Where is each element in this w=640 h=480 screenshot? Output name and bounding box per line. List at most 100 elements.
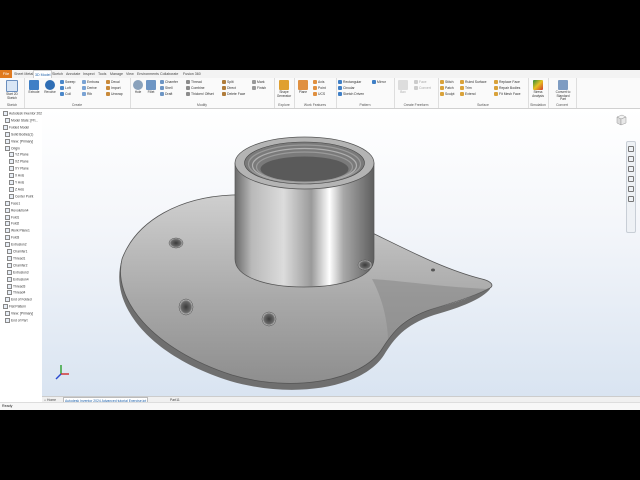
shape-generator-button[interactable]: Shape Generator xyxy=(276,80,292,98)
tab-view[interactable]: View xyxy=(126,70,134,78)
axis-button[interactable]: Axis xyxy=(313,80,324,85)
tab-tools[interactable]: Tools xyxy=(98,70,106,78)
sculpt-button[interactable]: Sculpt xyxy=(440,92,454,97)
pan-icon[interactable] xyxy=(628,156,634,162)
browser-node[interactable]: View: [Primary] xyxy=(0,311,33,317)
derive-button[interactable]: Derive xyxy=(82,86,97,91)
plane-button[interactable]: Plane xyxy=(295,80,311,95)
import-button[interactable]: Import xyxy=(106,86,121,91)
point-button[interactable]: Point xyxy=(313,86,326,91)
tab-sketch[interactable]: Sketch xyxy=(52,70,63,78)
steering-wheel-icon[interactable] xyxy=(628,146,634,152)
mark-button[interactable]: Mark xyxy=(252,80,265,85)
browser-node[interactable]: Thread1 xyxy=(0,255,25,262)
extrude-button[interactable]: Extrude xyxy=(26,80,42,95)
browser-node[interactable]: Fold2 xyxy=(0,221,19,227)
browser-node[interactable]: Model State: [Pri... xyxy=(0,117,38,124)
tab-sheet-metal[interactable]: Sheet Metal xyxy=(14,70,33,78)
chamfer-button[interactable]: Chamfer xyxy=(160,80,178,85)
browser-node[interactable]: X Axis xyxy=(0,173,24,179)
browser-node[interactable]: Extrusion2 xyxy=(0,242,27,248)
browser-node[interactable]: Revolution4 xyxy=(0,207,28,214)
thread-button[interactable]: Thread xyxy=(186,80,202,85)
viewcube-icon[interactable] xyxy=(614,113,628,127)
stress-analysis-button[interactable]: Stress Analysis xyxy=(530,80,546,98)
sweep-button[interactable]: Sweep xyxy=(60,80,75,85)
browser-node[interactable]: XY Plane xyxy=(0,166,29,172)
circular-button[interactable]: Circular xyxy=(338,86,355,91)
unwrap-button[interactable]: Unwrap xyxy=(106,92,123,97)
convert-to-standard-part-button[interactable]: Convert to Standard Part xyxy=(554,80,572,102)
direct-button[interactable]: Direct xyxy=(222,86,236,91)
ucs-button[interactable]: UCS xyxy=(313,92,325,97)
orbit-icon[interactable] xyxy=(628,176,634,182)
draft-button[interactable]: Draft xyxy=(160,92,172,97)
start-2d-sketch-button[interactable]: Start 2D Sketch xyxy=(4,80,20,100)
browser-node[interactable]: Fold1 xyxy=(0,214,19,221)
browser-node[interactable]: Extrusion3 xyxy=(0,269,29,276)
browser-node[interactable]: Y Axis xyxy=(0,180,24,186)
browser-node[interactable]: Z Axis xyxy=(0,186,24,193)
extend-button[interactable]: Extend xyxy=(460,92,476,97)
emboss-button[interactable]: Emboss xyxy=(82,80,99,85)
box-button[interactable]: Box xyxy=(395,80,411,95)
browser-node[interactable]: Autodesk Inventor 2024 xyxy=(0,111,44,117)
zoom-all-icon[interactable] xyxy=(628,196,634,202)
browser-node[interactable]: Folded Model xyxy=(0,124,29,131)
decal-button[interactable]: Decal xyxy=(106,80,120,85)
split-button[interactable]: Split xyxy=(222,80,234,85)
thicken-offset-button[interactable]: Thicken/ Offset xyxy=(186,92,214,97)
browser-node[interactable]: Chamfer2 xyxy=(0,262,27,269)
coil-button[interactable]: Coil xyxy=(60,92,71,97)
fillet-button[interactable]: Fillet xyxy=(143,80,159,95)
mirror-button[interactable]: Mirror xyxy=(372,80,386,85)
file-tab[interactable]: File xyxy=(0,70,12,78)
browser-node[interactable]: Work Plane1 xyxy=(0,228,30,234)
patch-button[interactable]: Patch xyxy=(440,86,454,91)
browser-node[interactable]: YZ Plane xyxy=(0,152,29,158)
stitch-button[interactable]: Stitch xyxy=(440,80,453,85)
graphics-viewport[interactable] xyxy=(42,109,640,396)
browser-node[interactable]: Extrusion4 xyxy=(0,276,29,283)
browser-node[interactable]: End of Folded xyxy=(0,297,32,303)
face-button[interactable]: Face xyxy=(414,80,427,85)
sketch-group-label: Sketch xyxy=(6,103,18,107)
mark-icon xyxy=(252,80,256,85)
browser-node-label: Work Plane1 xyxy=(11,228,30,233)
look-at-icon[interactable] xyxy=(628,186,634,192)
zoom-icon[interactable] xyxy=(628,166,634,172)
tab-manage[interactable]: Manage xyxy=(110,70,123,78)
finish-button[interactable]: Finish xyxy=(252,86,266,91)
repair-bodies-button[interactable]: Repair Bodies xyxy=(494,86,520,91)
rib-button[interactable]: Rib xyxy=(82,92,92,97)
browser-node[interactable]: Flat Pattern xyxy=(0,304,26,310)
tab-collaborate[interactable]: Collaborate xyxy=(160,70,178,78)
delete-face-button[interactable]: Delete Face xyxy=(222,92,245,97)
sketch-driven-button[interactable]: Sketch Driven xyxy=(338,92,364,97)
browser-node[interactable]: Solid Bodies(1) xyxy=(0,131,33,138)
combine-button[interactable]: Combine xyxy=(186,86,205,91)
trim-button[interactable]: Trim xyxy=(460,86,472,91)
tab-annotate[interactable]: Annotate xyxy=(66,70,80,78)
browser-node[interactable]: End of Part xyxy=(0,318,28,324)
fit-mesh-face-button[interactable]: Fit Mesh Face xyxy=(494,92,520,97)
tab-fusion-360[interactable]: Fusion 360 xyxy=(183,70,201,78)
browser-node[interactable]: Chamfer1 xyxy=(0,249,27,255)
loft-button[interactable]: Loft xyxy=(60,86,71,91)
browser-node[interactable]: Fold3 xyxy=(0,235,19,241)
revolve-button[interactable]: Revolve xyxy=(42,80,58,95)
rectangular-button[interactable]: Rectangular xyxy=(338,80,361,85)
browser-node[interactable]: Origin xyxy=(0,145,20,152)
replace-face-button[interactable]: Replace Face xyxy=(494,80,520,85)
browser-node[interactable]: Center Point xyxy=(0,193,33,200)
shell-button[interactable]: Shell xyxy=(160,86,173,91)
ruled-surface-button[interactable]: Ruled Surface xyxy=(460,80,487,85)
browser-node[interactable]: Thread3 xyxy=(0,283,25,290)
convert-button[interactable]: Convert xyxy=(414,86,431,91)
browser-node[interactable]: XZ Plane xyxy=(0,159,29,165)
browser-node[interactable]: Face1 xyxy=(0,200,20,207)
browser-node[interactable]: View: [Primary] xyxy=(0,138,33,145)
tab-inspect[interactable]: Inspect xyxy=(83,70,95,78)
browser-node[interactable]: Thread4 xyxy=(0,290,25,296)
tab-environments[interactable]: Environments xyxy=(137,70,159,78)
